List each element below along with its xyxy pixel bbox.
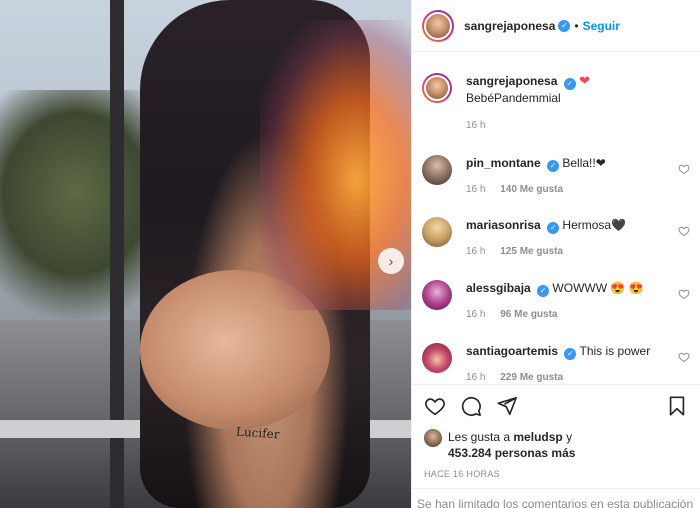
save-bookmark-icon[interactable]	[666, 395, 688, 417]
commenter-avatar[interactable]	[422, 217, 452, 247]
post-actions: Les gusta a meludsp y 453.284 personas m…	[412, 384, 700, 479]
caption: sangrejaponesa ✓ ❤ BebéPandemmial 16 h	[422, 73, 692, 131]
verified-badge-icon: ✓	[564, 348, 577, 360]
caption-text: BebéPandemmial	[466, 91, 561, 105]
comment-like-heart-icon[interactable]	[678, 288, 690, 300]
comment-time: 16 h	[466, 309, 486, 320]
chevron-right-icon: ›	[388, 253, 394, 269]
commenter-username[interactable]: mariasonrisa	[466, 218, 541, 232]
comment-time: 16 h	[466, 184, 486, 195]
comment-like-heart-icon[interactable]	[678, 163, 690, 175]
comment-time: 16 h	[466, 246, 486, 257]
liked-by-summary: Les gusta a meludsp y 453.284 personas m…	[424, 429, 688, 461]
likes-count[interactable]: 453.284 personas más	[448, 446, 575, 460]
comment-text: This is power	[579, 344, 651, 358]
share-paper-plane-icon[interactable]	[496, 395, 518, 417]
comment-item: pin_montane ✓ Bella!!❤ 16 h 140 Me gusta	[422, 155, 692, 195]
caption-avatar[interactable]	[422, 73, 452, 103]
comment-likes-count[interactable]: 229 Me gusta	[500, 372, 563, 383]
post-photo[interactable]: Lucifer ›	[0, 0, 411, 508]
comment-text: Bella!!❤	[562, 156, 606, 170]
verified-badge-icon: ✓	[547, 160, 560, 172]
comment-likes-count[interactable]: 125 Me gusta	[500, 246, 563, 257]
commenter-username[interactable]: pin_montane	[466, 156, 541, 170]
comment-like-heart-icon[interactable]	[678, 225, 690, 237]
likes-prefix: Les gusta a	[448, 430, 511, 444]
verified-badge-icon: ✓	[537, 285, 550, 297]
comment-text: Hermosa🖤	[562, 218, 627, 232]
likes-conjunction: y	[566, 430, 573, 444]
instagram-post: Lucifer › sangrejaponesa ✓ • Seguir sang…	[0, 0, 700, 508]
liker-username[interactable]: meludsp	[513, 430, 562, 444]
comment-bubble-icon[interactable]	[460, 395, 482, 417]
verified-badge-icon: ✓	[558, 19, 571, 32]
commenter-username[interactable]: santiagoartemis	[466, 344, 558, 358]
comment-item: mariasonrisa ✓ Hermosa🖤 16 h 125 Me gust…	[422, 217, 692, 257]
action-icons-row	[424, 395, 688, 421]
post-header: sangrejaponesa ✓ • Seguir	[412, 0, 700, 52]
post-timestamp[interactable]: HACE 16 HORAS	[424, 469, 688, 479]
comment-text: WOWWW 😍 😍	[552, 281, 644, 295]
author-username[interactable]: sangrejaponesa	[464, 19, 555, 33]
author-avatar[interactable]	[422, 9, 454, 42]
comment-time: 16 h	[466, 372, 486, 383]
comment-likes-count[interactable]: 140 Me gusta	[500, 184, 563, 195]
follow-button[interactable]: Seguir	[583, 19, 620, 33]
caption-time: 16 h	[466, 120, 486, 131]
comments-list[interactable]: sangrejaponesa ✓ ❤ BebéPandemmial 16 h p…	[412, 53, 700, 383]
commenter-avatar[interactable]	[422, 155, 452, 185]
like-heart-icon[interactable]	[424, 395, 446, 417]
liker-avatar[interactable]	[424, 429, 442, 447]
comment-like-heart-icon[interactable]	[678, 351, 690, 363]
post-sidebar: sangrejaponesa ✓ • Seguir sangrejaponesa…	[411, 0, 700, 508]
verified-badge-icon: ✓	[563, 78, 576, 90]
red-heart-emoji: ❤	[579, 73, 590, 88]
comment-item: santiagoartemis ✓ This is power 16 h 229…	[422, 343, 692, 383]
next-photo-button[interactable]: ›	[378, 248, 404, 274]
commenter-username[interactable]: alessgibaja	[466, 281, 531, 295]
comments-limited-notice: Se han limitado los comentarios en esta …	[412, 488, 700, 508]
comment-likes-count[interactable]: 96 Me gusta	[500, 309, 557, 320]
caption-username[interactable]: sangrejaponesa	[466, 74, 557, 88]
commenter-avatar[interactable]	[422, 343, 452, 373]
verified-badge-icon: ✓	[547, 222, 560, 234]
commenter-avatar[interactable]	[422, 280, 452, 310]
photo-tattoo-text: Lucifer	[235, 424, 280, 442]
header-separator: •	[574, 18, 579, 33]
comment-item: alessgibaja ✓ WOWWW 😍 😍 16 h 96 Me gusta	[422, 280, 692, 320]
